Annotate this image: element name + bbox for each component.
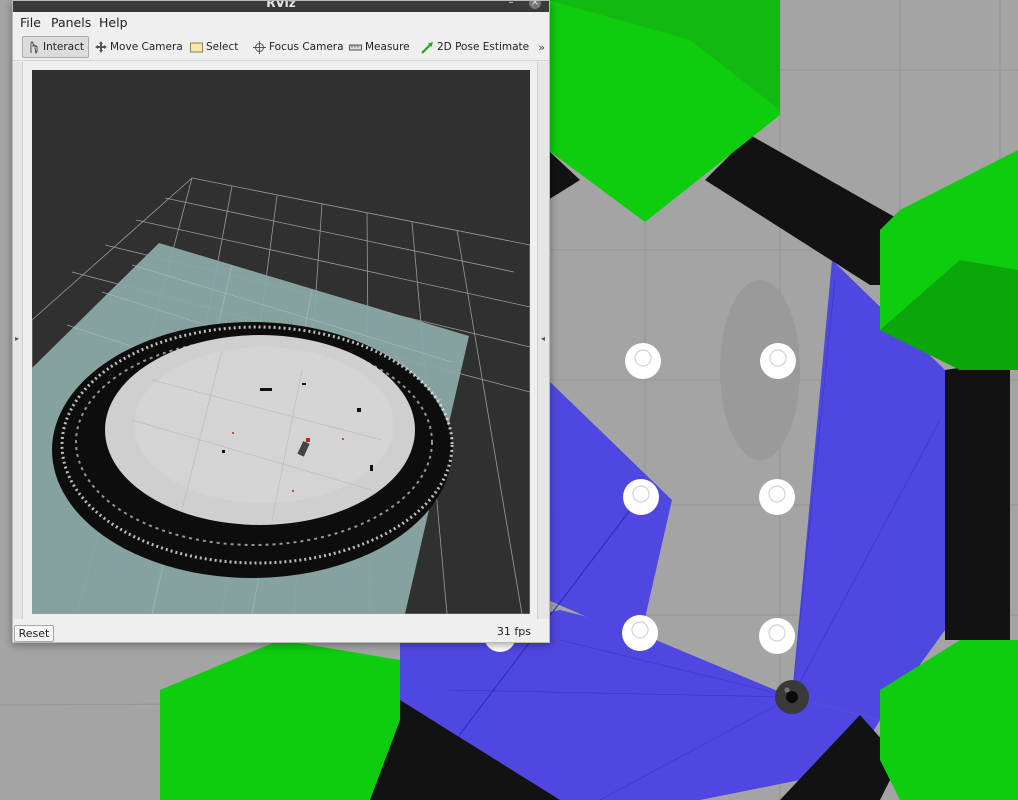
robot-model xyxy=(775,680,809,714)
focus-camera-label: Focus Camera xyxy=(269,41,344,53)
green-arrow-icon xyxy=(421,41,433,54)
menu-bar: File Panels Help xyxy=(13,12,549,33)
tool-bar: Interact Move Camera Select Focus Camera xyxy=(13,33,549,61)
left-dock-collapse[interactable]: ▸ xyxy=(13,62,23,619)
focus-camera-tool-button[interactable]: Focus Camera xyxy=(253,36,344,58)
crosshair-icon xyxy=(253,40,266,54)
render-viewport[interactable] xyxy=(32,70,530,614)
rviz-window: RViz – × File Panels Help Interact Move … xyxy=(12,0,550,643)
right-dock-collapse[interactable]: ◂ xyxy=(537,62,549,619)
map-render xyxy=(32,70,530,614)
interact-label: Interact xyxy=(43,41,84,53)
pose-estimate-tool-button[interactable]: 2D Pose Estimate xyxy=(421,36,529,58)
select-tool-button[interactable]: Select xyxy=(190,36,238,58)
hand-pointer-icon xyxy=(30,41,38,54)
toolbar-overflow-button[interactable]: » xyxy=(538,41,545,54)
reset-button[interactable]: Reset xyxy=(14,625,54,642)
select-label: Select xyxy=(206,41,239,53)
ruler-icon xyxy=(349,44,362,50)
move-camera-label: Move Camera xyxy=(110,41,183,53)
fps-counter: 31 fps xyxy=(496,625,531,638)
move-arrows-icon xyxy=(95,41,107,53)
menu-panels[interactable]: Panels xyxy=(51,15,91,30)
pose-estimate-label: 2D Pose Estimate xyxy=(437,41,530,53)
move-camera-tool-button[interactable]: Move Camera xyxy=(95,36,183,58)
measure-label: Measure xyxy=(365,41,410,53)
window-title: RViz xyxy=(266,1,296,10)
collapse-right-icon: ◂ xyxy=(541,334,546,343)
measure-tool-button[interactable]: Measure xyxy=(349,36,410,58)
title-bar[interactable]: RViz – × xyxy=(13,1,549,12)
interact-tool-button[interactable]: Interact xyxy=(22,36,89,58)
selection-rect-icon xyxy=(190,42,203,52)
status-bar: Reset 31 fps xyxy=(13,621,549,643)
menu-help[interactable]: Help xyxy=(99,15,128,30)
collapse-left-icon: ▸ xyxy=(15,334,20,343)
menu-file[interactable]: File xyxy=(20,15,41,30)
